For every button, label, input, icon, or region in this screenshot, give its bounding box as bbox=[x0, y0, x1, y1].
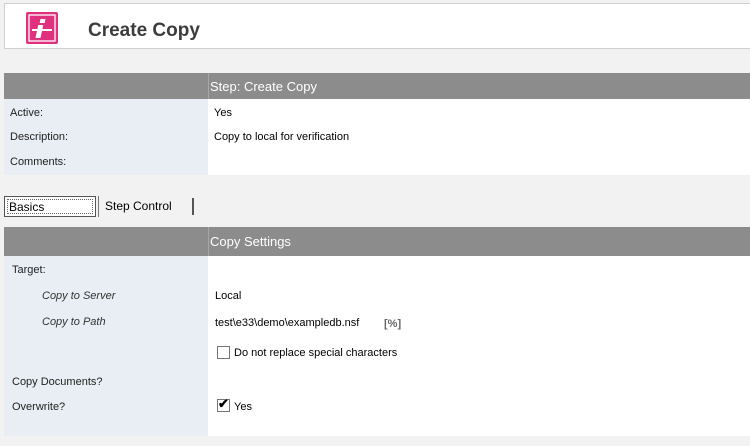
page-header: Create Copy bbox=[4, 3, 750, 49]
copy-to-path-value: test\e33\demo\exampledb.nsf bbox=[215, 317, 360, 329]
tab-step-control-label: Step Control bbox=[105, 199, 172, 213]
copy-documents-label: Copy Documents? bbox=[12, 376, 103, 388]
tab-separator bbox=[192, 198, 194, 215]
focus-outline bbox=[7, 199, 93, 214]
page-title: Create Copy bbox=[88, 20, 200, 41]
overwrite-checkbox[interactable]: ✔ bbox=[217, 396, 230, 412]
overwrite-label: Overwrite? bbox=[12, 401, 66, 413]
step-panel: Step: Create Copy Active: Yes Descriptio… bbox=[4, 73, 750, 175]
tab-basics[interactable]: Basics bbox=[4, 196, 96, 217]
header-divider bbox=[208, 227, 209, 256]
active-label: Active: bbox=[10, 107, 44, 119]
comments-label: Comments: bbox=[10, 156, 67, 168]
header-divider bbox=[208, 73, 209, 99]
tab-step-control[interactable]: Step Control bbox=[98, 196, 194, 217]
active-value: Yes bbox=[214, 107, 232, 119]
step-title: Step: Create Copy bbox=[210, 79, 317, 94]
special-chars-label: Do not replace special characters bbox=[234, 347, 398, 359]
copy-to-path-label: Copy to Path bbox=[42, 316, 106, 328]
settings-header-bar: Copy Settings bbox=[4, 227, 750, 256]
settings-title: Copy Settings bbox=[210, 234, 291, 249]
overwrite-yes-label: Yes bbox=[234, 401, 252, 413]
description-label: Description: bbox=[10, 131, 69, 143]
info-i-icon bbox=[26, 12, 58, 44]
copy-settings-panel: Copy Settings Target: Copy to Server Loc… bbox=[4, 227, 750, 436]
description-value: Copy to local for verification bbox=[214, 131, 350, 143]
step-header-bar: Step: Create Copy bbox=[4, 73, 750, 99]
target-label: Target: bbox=[12, 264, 46, 276]
copy-to-server-value: Local bbox=[215, 290, 242, 302]
special-chars-checkbox[interactable] bbox=[217, 346, 230, 359]
copy-to-server-label: Copy to Server bbox=[42, 290, 116, 302]
checkmark-icon: ✔ bbox=[218, 396, 229, 411]
path-formula-link[interactable]: [%] bbox=[384, 318, 401, 330]
